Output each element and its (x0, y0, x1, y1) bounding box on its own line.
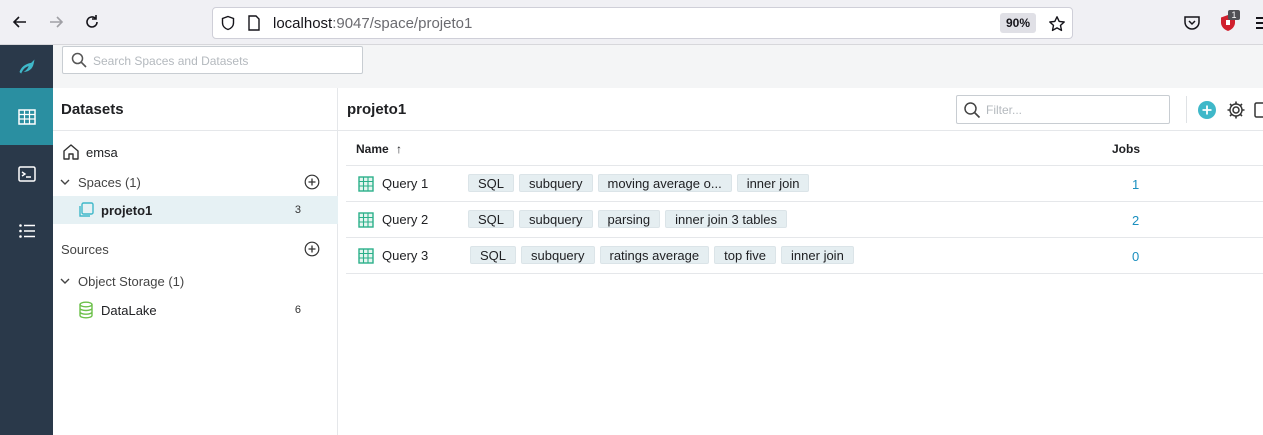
search-input[interactable]: Search Spaces and Datasets (62, 46, 363, 74)
top-search-row: Search Spaces and Datasets (53, 45, 1263, 88)
url-path: :9047/space/projeto1 (332, 15, 473, 32)
database-icon (79, 301, 93, 319)
table-row[interactable]: Query 3 SQL subquery ratings average top… (346, 238, 1263, 274)
sidebar-title: Datasets (61, 101, 124, 118)
virtual-dataset-icon (358, 176, 374, 192)
main-panel: projeto1 Filter... Name ↑ Jobs Query 1 S… (338, 88, 1263, 435)
tag[interactable]: inner join 3 tables (665, 210, 788, 228)
add-space-icon[interactable] (304, 174, 320, 190)
tag[interactable]: SQL (470, 246, 517, 264)
object-storage-section[interactable]: Object Storage (1) (53, 267, 338, 295)
dataset-name[interactable]: Query 1 (382, 176, 428, 191)
page-title: projeto1 (347, 101, 407, 118)
filter-placeholder: Filter... (986, 103, 1023, 117)
tag[interactable]: SQL (468, 174, 515, 192)
home-label: emsa (86, 144, 118, 160)
gear-icon[interactable] (1226, 100, 1246, 120)
chevron-down-icon (60, 278, 70, 284)
forward-icon[interactable] (45, 11, 67, 33)
dataset-name[interactable]: Query 2 (382, 212, 428, 227)
column-name-label: Name (356, 142, 389, 156)
sidebar-item-projeto1[interactable]: projeto1 3 (53, 196, 338, 224)
main-header: projeto1 Filter... (338, 88, 1263, 131)
tag-list: SQL subquery parsing inner join 3 tables (468, 210, 788, 228)
sidebar-item-datalake[interactable]: DataLake 6 (53, 296, 338, 324)
virtual-dataset-icon (358, 212, 374, 228)
home-icon (63, 144, 79, 160)
tag[interactable]: inner join (736, 174, 810, 192)
list-icon (18, 223, 35, 238)
jobs-count-link[interactable]: 0 (1132, 249, 1139, 264)
tag[interactable]: parsing (597, 210, 661, 228)
add-source-icon[interactable] (304, 241, 320, 257)
chevron-down-icon (60, 179, 70, 185)
spaces-label: Spaces (1) (78, 174, 141, 190)
add-icon[interactable] (1197, 100, 1217, 120)
nav-sql-runner[interactable] (0, 145, 53, 202)
tag[interactable]: subquery (521, 246, 595, 264)
sidebar-header: Datasets (53, 88, 338, 131)
reload-icon[interactable] (81, 11, 103, 33)
sort-ascending-icon: ↑ (396, 142, 403, 156)
zoom-badge[interactable]: 90% (999, 13, 1036, 33)
header-divider (1186, 96, 1187, 123)
search-icon (71, 52, 87, 68)
shield-icon[interactable] (220, 15, 236, 31)
app-left-nav (0, 45, 53, 435)
source-count: 6 (294, 304, 301, 316)
dataset-name[interactable]: Query 3 (382, 248, 428, 263)
url-bar[interactable]: localhost:9047/space/projeto1 90% (212, 7, 1073, 39)
sources-section[interactable]: Sources (53, 235, 338, 263)
sources-label: Sources (61, 241, 109, 257)
url-host: localhost (273, 15, 333, 32)
pocket-icon[interactable] (1183, 14, 1201, 32)
search-icon (964, 102, 981, 119)
tag[interactable]: subquery (519, 210, 593, 228)
filter-input[interactable]: Filter... (956, 95, 1170, 124)
space-label: projeto1 (101, 202, 153, 218)
extension-badge: 1 (1228, 10, 1240, 20)
table-header: Name ↑ Jobs (346, 131, 1263, 166)
tag[interactable]: moving average o... (597, 174, 732, 192)
column-header-jobs[interactable]: Jobs (1112, 142, 1140, 156)
object-storage-label: Object Storage (1) (78, 273, 185, 289)
spaces-section[interactable]: Spaces (1) (53, 168, 338, 196)
space-icon (79, 202, 94, 217)
table-row[interactable]: Query 1 SQL subquery moving average o...… (346, 166, 1263, 202)
url-text: localhost:9047/space/projeto1 (273, 15, 472, 32)
jobs-count-link[interactable]: 1 (1132, 177, 1139, 192)
browser-toolbar: localhost:9047/space/projeto1 90% 1 (0, 0, 1263, 45)
dremio-logo-icon[interactable] (0, 45, 53, 88)
nav-datasets[interactable] (0, 88, 53, 145)
tag[interactable]: subquery (519, 174, 593, 192)
tag[interactable]: ratings average (599, 246, 710, 264)
search-placeholder: Search Spaces and Datasets (93, 54, 249, 68)
tag-list: SQL subquery ratings average top five in… (470, 246, 854, 264)
tag-list: SQL subquery moving average o... inner j… (468, 174, 810, 192)
jobs-count-link[interactable]: 2 (1132, 213, 1139, 228)
sidebar-item-home[interactable]: emsa (53, 138, 338, 166)
datasets-sidebar: Datasets emsa Spaces (1) projeto1 3 Sour… (53, 88, 338, 435)
nav-jobs[interactable] (0, 202, 53, 259)
space-count: 3 (294, 204, 301, 216)
table-row[interactable]: Query 2 SQL subquery parsing inner join … (346, 202, 1263, 238)
bookmark-star-icon[interactable] (1048, 15, 1066, 33)
terminal-icon (17, 165, 36, 182)
menu-icon[interactable] (1256, 17, 1263, 29)
panel-toggle-icon[interactable] (1254, 100, 1263, 120)
page-icon[interactable] (247, 15, 261, 31)
virtual-dataset-icon (358, 248, 374, 264)
tag[interactable]: SQL (468, 210, 515, 228)
tag[interactable]: inner join (781, 246, 854, 264)
column-header-name[interactable]: Name ↑ (356, 142, 402, 156)
tag[interactable]: top five (714, 246, 777, 264)
source-label: DataLake (101, 302, 157, 318)
back-icon[interactable] (9, 11, 31, 33)
grid-table-icon (17, 108, 36, 125)
